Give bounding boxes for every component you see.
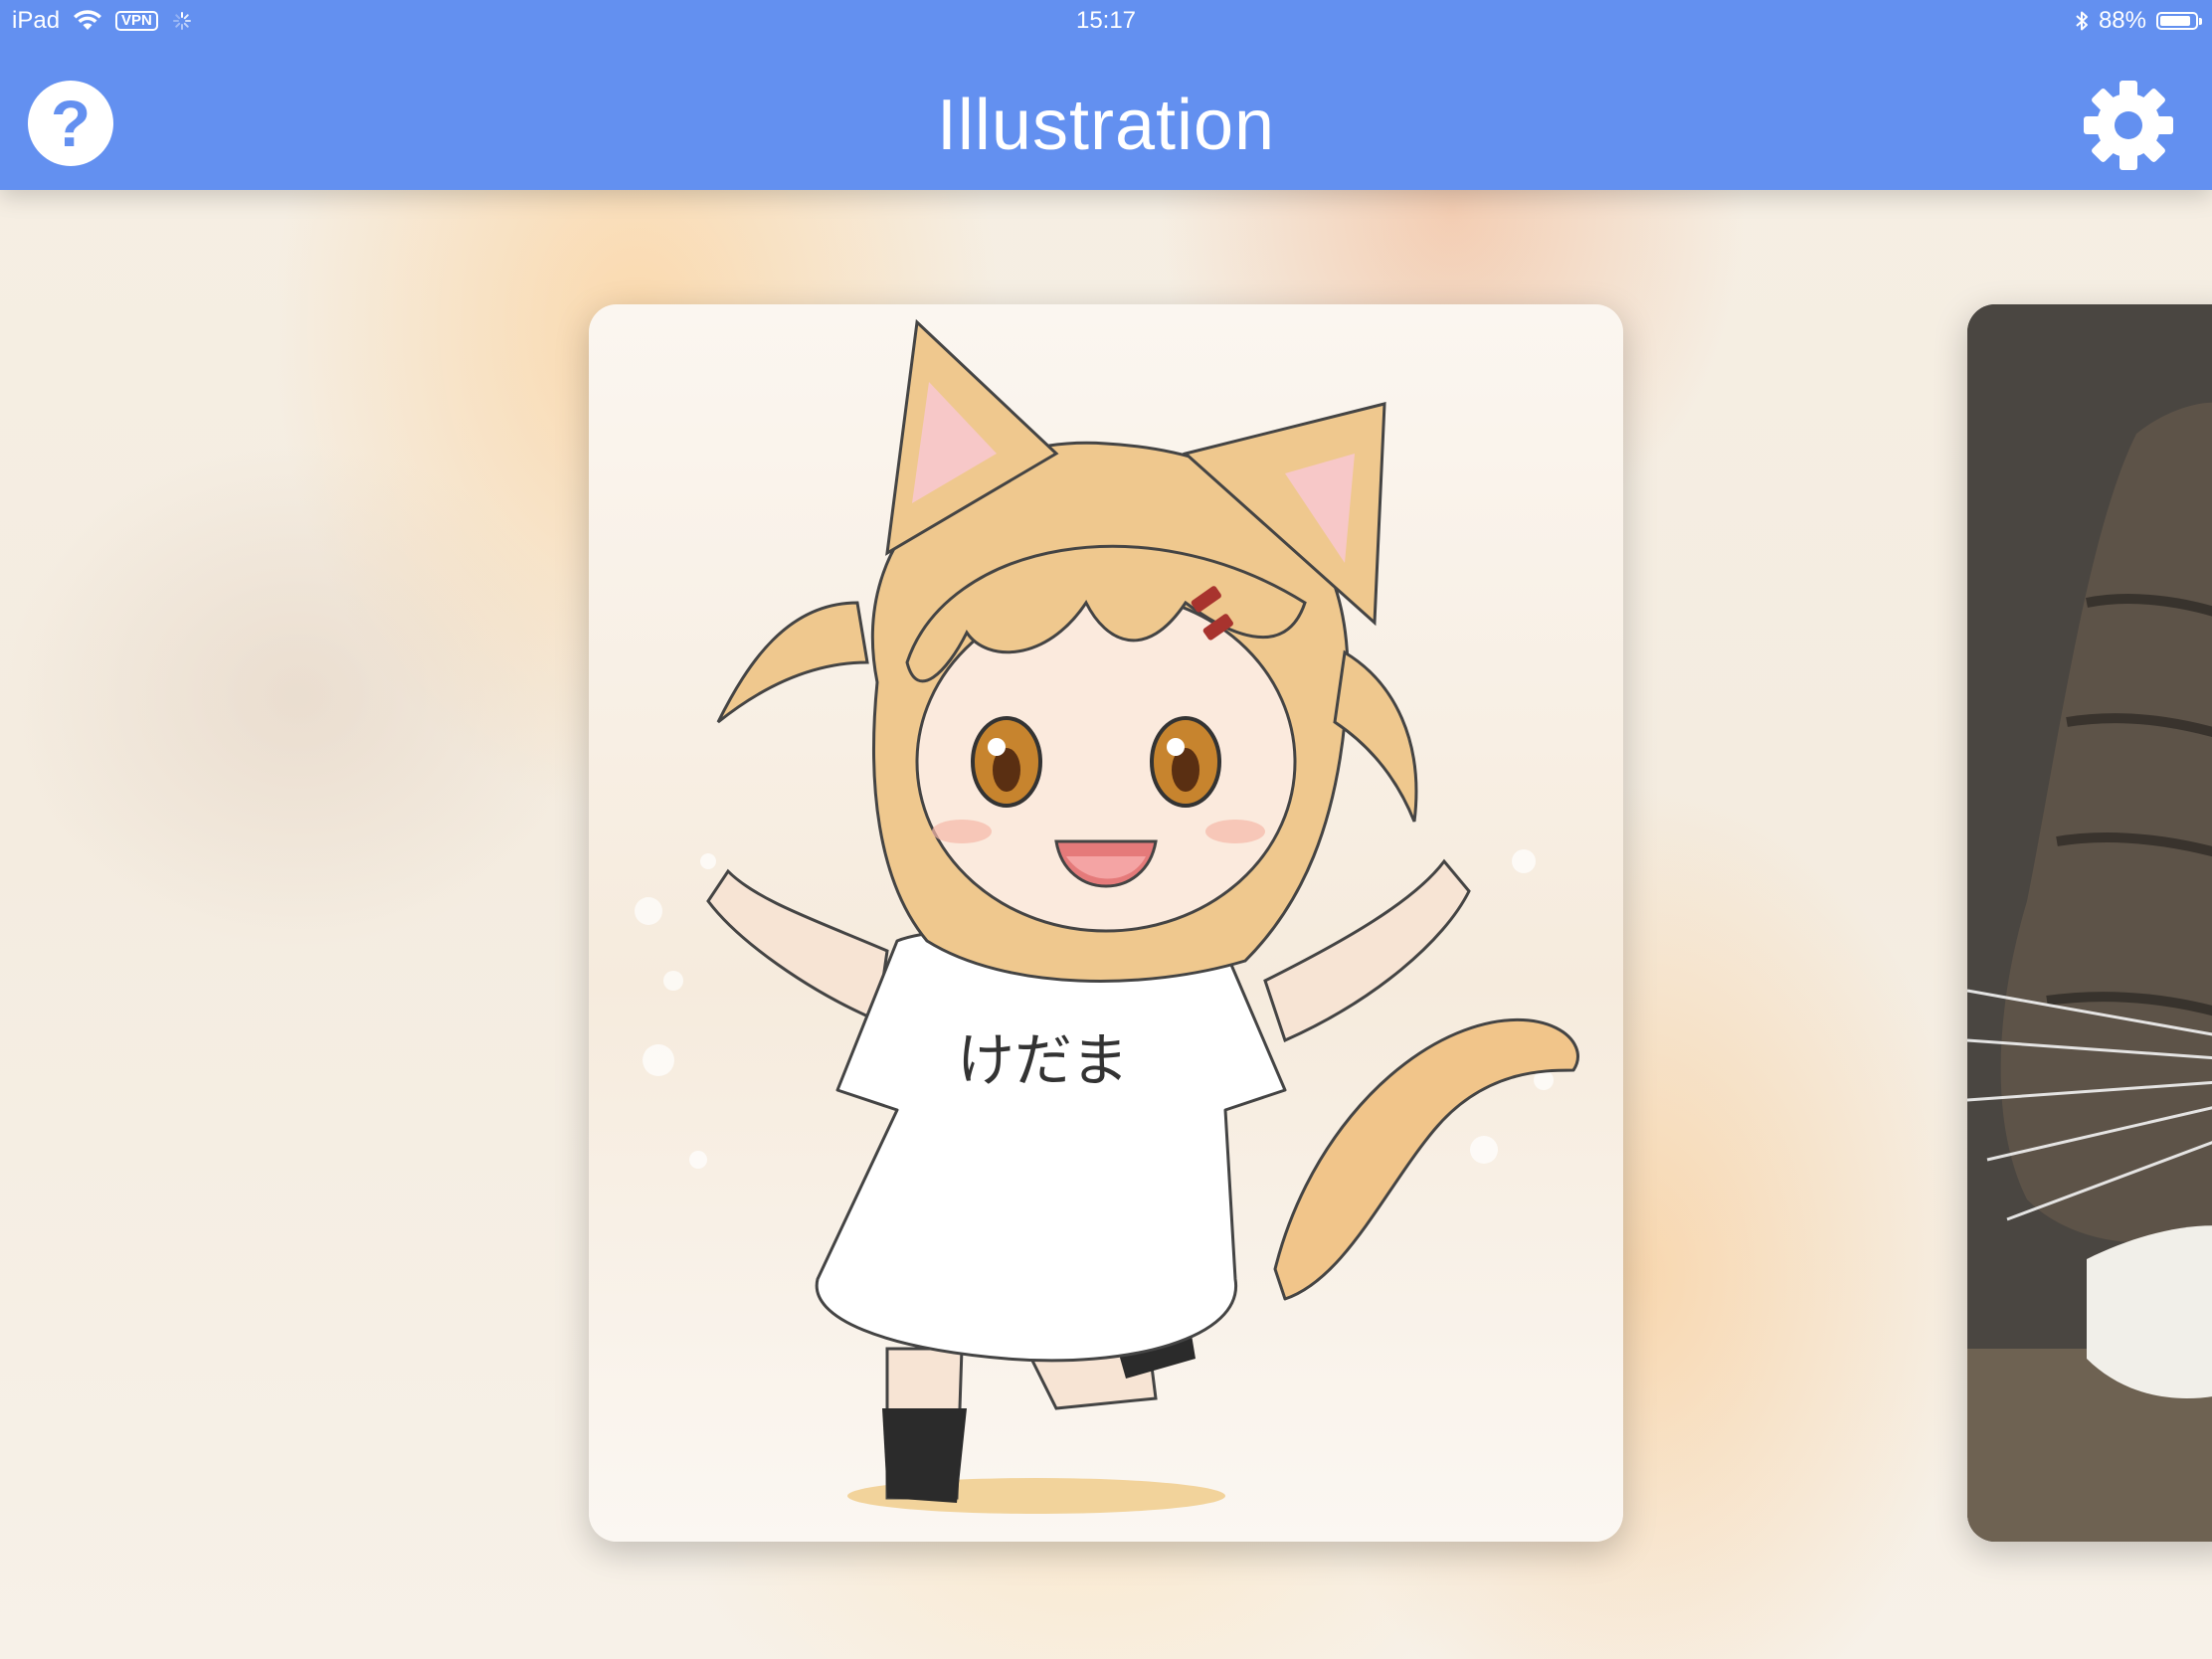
gear-icon xyxy=(2084,81,2173,170)
battery-level-fill xyxy=(2160,16,2190,26)
settings-button[interactable] xyxy=(2081,78,2176,173)
status-time: 15:17 xyxy=(1075,7,1137,34)
bluetooth-icon xyxy=(2076,11,2088,31)
page-title: Illustration xyxy=(936,86,1276,165)
battery-icon xyxy=(2156,12,2202,30)
cat-photo-card[interactable] xyxy=(1967,304,2212,1542)
top-bar: iPad VPN 15:17 88% ? Illustration xyxy=(0,0,2212,190)
illustration-card[interactable]: けだま xyxy=(589,304,1623,1542)
battery-percent: 88% xyxy=(2098,7,2146,34)
cat-photo xyxy=(1967,304,2212,1542)
cat-girl-illustration: けだま xyxy=(635,318,1579,1514)
shirt-text: けだま xyxy=(957,1026,1129,1094)
status-bar-right: 88% xyxy=(2075,6,2202,36)
